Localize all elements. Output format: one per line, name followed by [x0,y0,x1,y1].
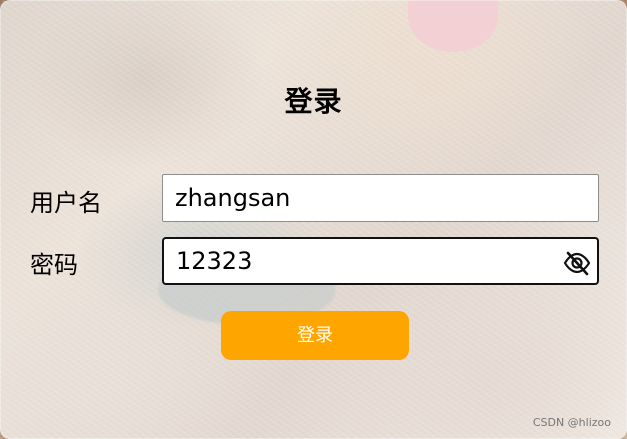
username-field[interactable] [162,174,599,222]
username-label: 用户名 [30,189,102,217]
username-input[interactable] [175,175,535,221]
password-field[interactable] [162,237,599,285]
password-input[interactable] [176,239,536,283]
eye-slash-icon[interactable] [561,247,593,279]
login-button[interactable]: 登录 [221,311,409,360]
password-label: 密码 [30,251,78,279]
page-title: 登录 [284,85,343,118]
watermark-text: CSDN @hlizoo [532,416,611,429]
